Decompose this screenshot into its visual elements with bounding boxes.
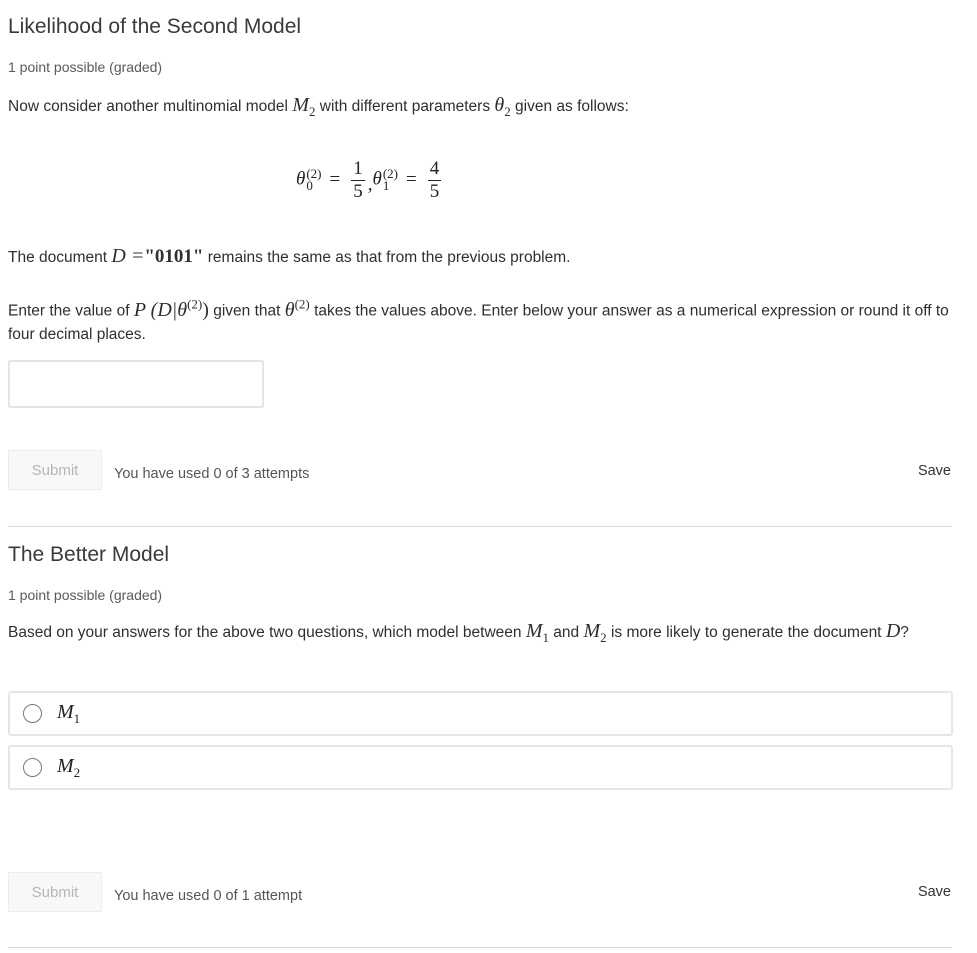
choice-label: M1 bbox=[57, 700, 81, 726]
choice-m1[interactable]: M1 bbox=[8, 691, 953, 736]
theta0-symbol: θ (2) 0 bbox=[296, 166, 322, 193]
theta-symbol: θ(2) bbox=[284, 296, 310, 321]
param-symbol: θ2 bbox=[494, 94, 511, 119]
answer-input[interactable] bbox=[8, 360, 264, 408]
theta1-fraction: 45 bbox=[427, 157, 442, 202]
equals-sign: = bbox=[329, 169, 341, 190]
model-symbol: M2 bbox=[292, 94, 316, 119]
likelihood-expression: P (D|θ(2)) bbox=[133, 296, 209, 321]
question-text: Based on your answers for the above two … bbox=[8, 620, 909, 645]
radio-button[interactable] bbox=[23, 704, 42, 723]
parameter-formula: θ (2) 0 = 15, θ (2) 1 = 45 bbox=[296, 150, 444, 210]
instruction-text: Enter the value of P (D|θ(2)) given that… bbox=[8, 296, 949, 343]
intro-text-start: Now consider another multinomial model bbox=[8, 98, 293, 115]
problem-likelihood-second-model: Likelihood of the Second Model 1 point p… bbox=[8, 12, 952, 123]
intro-text-end: given as follows: bbox=[510, 98, 629, 115]
problem-title: The Better Model bbox=[8, 543, 170, 566]
attempts-text: You have used 0 of 1 attempt bbox=[114, 888, 303, 904]
choice-label: M2 bbox=[57, 754, 81, 780]
problem-better-model: The Better Model 1 point possible (grade… bbox=[8, 540, 952, 649]
document-variable: D bbox=[885, 620, 901, 642]
submit-button[interactable]: Submit bbox=[8, 872, 102, 912]
theta1-symbol: θ (2) 1 bbox=[372, 166, 398, 193]
document-text: The document D ="0101" remains the same … bbox=[8, 245, 571, 267]
theta0-fraction: 15 bbox=[351, 157, 365, 202]
section-divider bbox=[8, 526, 952, 527]
points-label: 1 point possible (graded) bbox=[8, 587, 163, 603]
equals-sign: = bbox=[406, 169, 417, 190]
save-button[interactable]: Save bbox=[918, 463, 951, 479]
points-label: 1 point possible (graded) bbox=[8, 59, 163, 75]
save-button[interactable]: Save bbox=[918, 884, 951, 900]
document-value: "0101" bbox=[144, 246, 204, 267]
attempts-text: You have used 0 of 3 attempts bbox=[114, 466, 310, 482]
section-divider bbox=[8, 947, 952, 948]
model2-symbol: M2 bbox=[583, 620, 607, 645]
submit-button[interactable]: Submit bbox=[8, 450, 102, 490]
document-variable: D bbox=[111, 245, 126, 267]
intro-text: Now consider another multinomial model M… bbox=[8, 94, 952, 123]
problem-title: Likelihood of the Second Model bbox=[8, 15, 302, 38]
model1-symbol: M1 bbox=[525, 620, 549, 645]
radio-button[interactable] bbox=[23, 758, 42, 777]
intro-text-middle: with different parameters bbox=[315, 98, 495, 115]
choice-m2[interactable]: M2 bbox=[8, 745, 953, 790]
